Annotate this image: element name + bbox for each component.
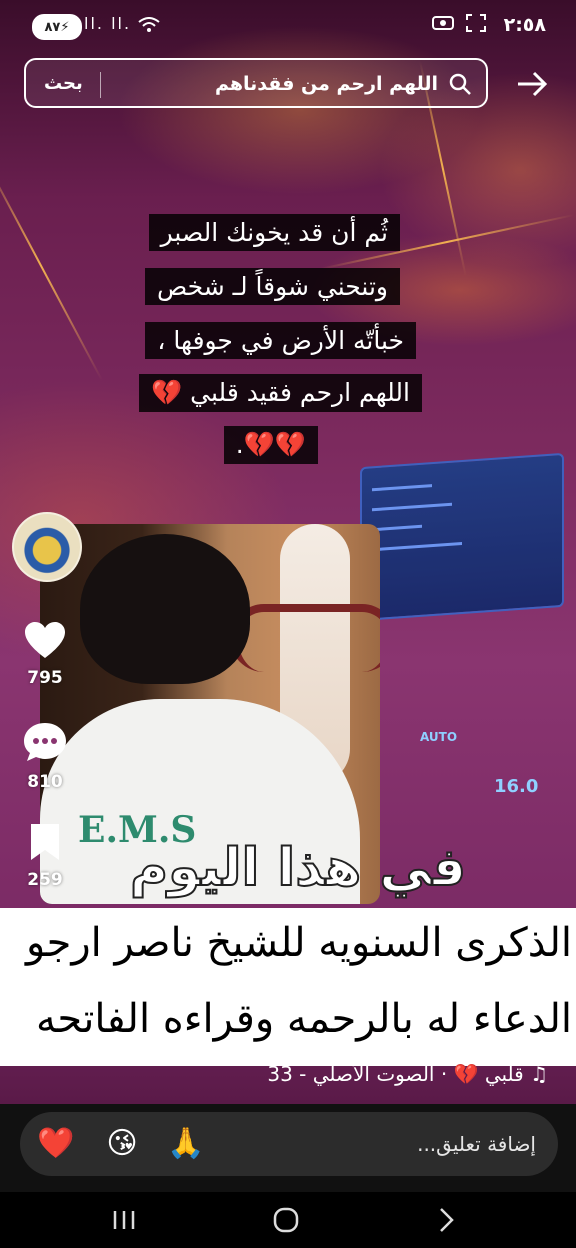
search-divider [100,72,101,98]
comment-bubble-icon [24,723,66,761]
music-row[interactable]: ♫ قلبي 💔 · الصوت الأصلي - 33 [0,1062,576,1104]
system-nav-bar [0,1192,576,1248]
comment-button[interactable]: 810 [14,720,76,792]
comment-placeholder: إضافة تعليق... [417,1132,536,1156]
back-arrow-icon[interactable] [512,64,552,104]
like-count: 795 [27,668,63,688]
battery-charging-icon: ٨٧ ⚡ [32,14,82,40]
music-label: ♫ قلبي 💔 · الصوت الأصلي - 33 [267,1062,548,1086]
horse-halter [230,604,380,672]
status-bar: ٨٧ ⚡ ll. ll. ٢:٥٨ [0,0,576,52]
back-icon[interactable] [426,1200,466,1240]
comment-count: 810 [27,772,63,792]
like-button[interactable]: 795 [14,620,76,688]
heart-icon [25,622,65,658]
lyric-line-4: اللهم ارحم فقيد قلبي 💔 [139,374,422,412]
comment-area: إضافة تعليق... 🙏 😘 ❤️ [0,1104,576,1192]
search-query: اللهم ارحم من فقدناهم [214,73,438,95]
lyric-line-1: ثُم أن قد يخونك الصبر [148,214,400,251]
record-icon [432,16,455,30]
save-button[interactable]: 259 [14,822,76,890]
reel-video[interactable]: 16.0 AUTO E.M.S ثُم أن قد يخونك الصبر وت… [0,0,576,1104]
status-time: ٢:٥٨ [503,14,546,36]
search-button[interactable]: بحث [44,73,83,94]
wifi-icon [138,16,160,32]
search-row: بحث اللهم ارحم من فقدناهم [24,58,552,110]
caption-box: الذكرى السنويه للشيخ ناصر ارجو الدعاء له… [0,908,576,1066]
bookmark-icon [31,824,59,860]
heart-emoji-icon[interactable]: ❤️ [36,1124,76,1164]
dashboard-gauges: 16.0 AUTO [420,730,539,797]
home-icon[interactable] [266,1200,306,1240]
search-input[interactable]: بحث اللهم ارحم من فقدناهم [24,58,488,108]
light-streak [0,150,103,382]
save-count: 259 [27,870,63,890]
pray-emoji-icon[interactable]: 🙏 [166,1124,206,1164]
recent-apps-icon[interactable] [104,1200,144,1240]
person-hair [80,534,250,684]
creator-avatar[interactable] [12,512,82,582]
comment-input[interactable]: إضافة تعليق... 🙏 😘 ❤️ [20,1112,558,1176]
overlay-title: في هذا اليوم [129,837,468,899]
caption-line-2: الدعاء له بالرحمه وقراءه الفاتحه [35,996,572,1042]
kiss-emoji-icon[interactable]: 😘 [102,1124,142,1164]
lyric-line-5: 💔💔. [223,426,318,464]
lyric-line-3: خبأتّه الأرض في جوفها ، [145,322,416,359]
signal-icon: ll. ll. [84,14,160,33]
car-dashboard-screen [360,452,564,622]
caption-line-1: الذكرى السنويه للشيخ ناصر ارجو [25,920,572,966]
search-icon [449,73,471,95]
fullscreen-icon [466,14,486,32]
lyric-line-2: وتنحني شوقاً لـ شخص [144,268,400,305]
screen-record-icons [432,14,486,37]
